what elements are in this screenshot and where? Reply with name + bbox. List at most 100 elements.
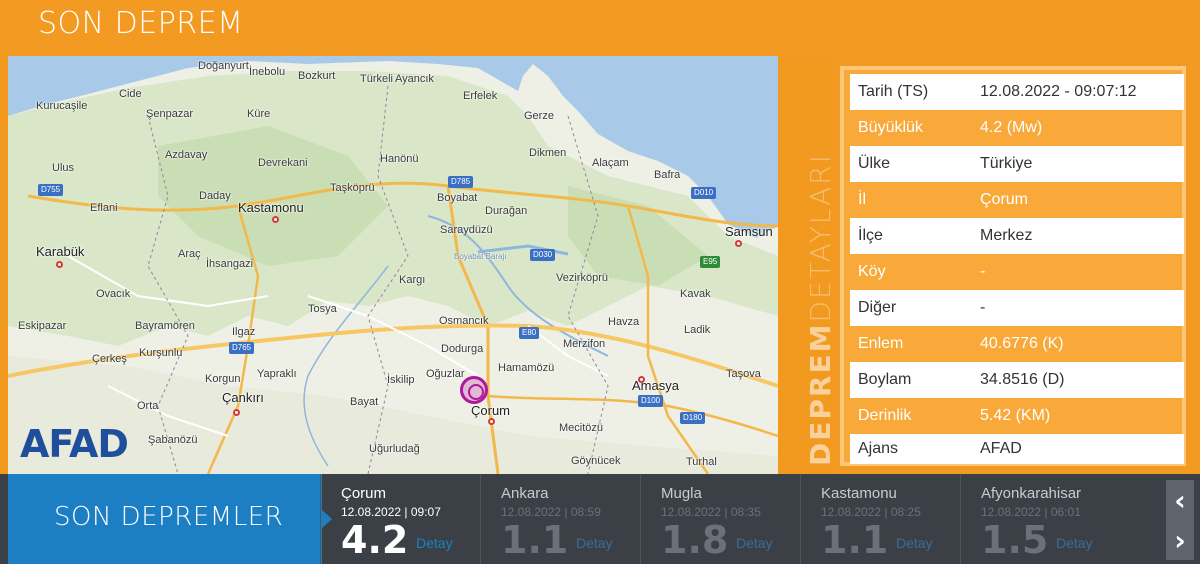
- quake-city: Ankara: [501, 485, 549, 502]
- map-label: Saraydüzü: [440, 224, 493, 236]
- road-badge: D180: [680, 412, 706, 424]
- map-label: Hamamözü: [498, 362, 555, 374]
- detail-key: Diğer: [858, 299, 897, 316]
- detail-row: İl Çorum: [850, 182, 1184, 218]
- quake-detail-link[interactable]: Detay: [896, 535, 933, 551]
- city-dot: [488, 418, 495, 425]
- map-label: Bayat: [350, 396, 379, 408]
- map-label: Tosya: [308, 303, 337, 315]
- detail-value: Türkiye: [980, 155, 1033, 172]
- detail-value: 4.2 (Mw): [980, 119, 1043, 136]
- map-label: Uğurludağ: [369, 443, 420, 455]
- quake-detail-link[interactable]: Detay: [736, 535, 773, 551]
- map-label: Yapraklı: [257, 368, 297, 380]
- map-label: Bozkurt: [298, 70, 336, 82]
- recent-quake-item[interactable]: Kastamonu 12.08.2022 | 08:25 1.1 Detay: [800, 474, 960, 564]
- detail-key: Boylam: [858, 371, 912, 388]
- epicenter-marker-icon[interactable]: [460, 376, 488, 404]
- quake-detail-link[interactable]: Detay: [1056, 535, 1093, 551]
- detail-key: Köy: [858, 263, 886, 280]
- quake-time: 12.08.2022 | 08:25: [821, 505, 921, 519]
- map-label: Devrekani: [258, 157, 308, 169]
- map-label: Taşköprü: [330, 182, 375, 194]
- map-label: Azdavay: [165, 149, 208, 161]
- details-table: Tarih (TS) 12.08.2022 - 09:07:12 Büyüklük…: [840, 66, 1186, 466]
- recent-quake-item[interactable]: Ankara 12.08.2022 | 08:59 1.1 Detay: [480, 474, 640, 564]
- map-label: Havza: [608, 316, 640, 328]
- quake-city: Çorum: [341, 485, 387, 502]
- road-badge: E80: [519, 327, 540, 339]
- map-label: İhsangazi: [206, 258, 254, 270]
- map-label: Göynücek: [571, 455, 621, 467]
- detail-value: 12.08.2022 - 09:07:12: [980, 83, 1137, 100]
- map-label: Durağan: [485, 205, 528, 217]
- detail-key: Büyüklük: [858, 119, 923, 136]
- detail-value: 5.42 (KM): [980, 407, 1051, 424]
- recent-quake-item[interactable]: Mugla 12.08.2022 | 08:35 1.8 Detay: [640, 474, 800, 564]
- detail-key: Tarih (TS): [858, 83, 929, 100]
- map-label: Alaçam: [592, 157, 629, 169]
- map-label: Ladik: [684, 324, 711, 336]
- detail-key: Enlem: [858, 335, 904, 352]
- map-label: Taşova: [726, 368, 761, 380]
- road-badge: D010: [691, 187, 717, 199]
- detail-value: -: [980, 263, 986, 280]
- map-label: Mecitözü: [559, 422, 604, 434]
- map-label: İnebolu: [249, 66, 286, 78]
- map-label: Ovacık: [96, 288, 131, 300]
- map-label: Eskipazar: [18, 320, 67, 332]
- road-badge: D030: [530, 249, 556, 261]
- detail-row: Boylam 34.8516 (D): [850, 362, 1184, 398]
- map-label: Daday: [199, 190, 231, 202]
- road-badge: D755: [38, 184, 64, 196]
- city-dot: [735, 240, 742, 247]
- recent-quake-item[interactable]: Afyonkarahisar 12.08.2022 | 06:01 1.5 De…: [960, 474, 1160, 564]
- chevron-left-icon[interactable]: ‹: [1166, 480, 1194, 520]
- map-label: Oğuzlar: [426, 368, 465, 380]
- map-label: Karabük: [36, 244, 85, 259]
- detail-key: İl: [858, 191, 866, 208]
- quake-city: Mugla: [661, 485, 702, 502]
- quake-detail-link[interactable]: Detay: [416, 535, 453, 551]
- detail-row: Ajans AFAD: [850, 434, 1184, 464]
- quake-detail-link[interactable]: Detay: [576, 535, 613, 551]
- recent-quake-item[interactable]: Çorum 12.08.2022 | 09:07 4.2 Detay: [320, 474, 480, 564]
- detail-row: Diğer -: [850, 290, 1184, 326]
- detail-key: İlçe: [858, 227, 883, 244]
- map-label: İskilip: [387, 374, 415, 386]
- detail-row: Büyüklük 4.2 (Mw): [850, 110, 1184, 146]
- map-label: Orta: [137, 400, 159, 412]
- map-label: Samsun: [725, 224, 773, 239]
- map-label: Ulus: [52, 162, 75, 174]
- city-dot: [56, 261, 63, 268]
- quake-time: 12.08.2022 | 06:01: [981, 505, 1081, 519]
- detail-row: Enlem 40.6776 (K): [850, 326, 1184, 362]
- earthquake-map[interactable]: Doğanyurt İnebolu Bozkurt Türkeli Ayancı…: [8, 56, 778, 474]
- map-label: Bafra: [654, 169, 681, 181]
- quake-time: 12.08.2022 | 09:07: [341, 505, 441, 519]
- earthquake-details-panel: Tarih (TS) 12.08.2022 - 09:07:12 Büyüklük…: [832, 56, 1200, 474]
- afad-logo: AFAD: [20, 422, 129, 466]
- map-label: Vezirköprü: [556, 272, 608, 284]
- quake-city: Afyonkarahisar: [981, 485, 1082, 502]
- map-label: Gerze: [524, 110, 554, 122]
- map-label: Boyabat: [437, 192, 478, 204]
- road-badge: D765: [229, 342, 255, 354]
- recent-earthquakes-label: SON DEPREMLER: [8, 474, 322, 564]
- road-badge: E95: [700, 256, 721, 268]
- map-label: Kavak: [680, 288, 711, 300]
- map-label: Şenpazar: [146, 108, 194, 120]
- detail-value: -: [980, 299, 986, 316]
- detail-key: Ajans: [858, 440, 899, 457]
- map-label: Erfelek: [463, 90, 498, 102]
- map-label: Hanönü: [380, 153, 419, 165]
- detail-row: Köy -: [850, 254, 1184, 290]
- map-label: Kurşunlu: [139, 347, 183, 359]
- quake-magnitude: 1.1: [501, 518, 569, 562]
- map-label: Cide: [119, 88, 142, 100]
- chevron-right-icon[interactable]: ›: [1166, 520, 1194, 560]
- map-label: Kastamonu: [238, 200, 304, 215]
- detail-key: Ülke: [858, 155, 891, 172]
- map-label: Kargı: [399, 274, 426, 286]
- map-label: Araç: [178, 248, 201, 260]
